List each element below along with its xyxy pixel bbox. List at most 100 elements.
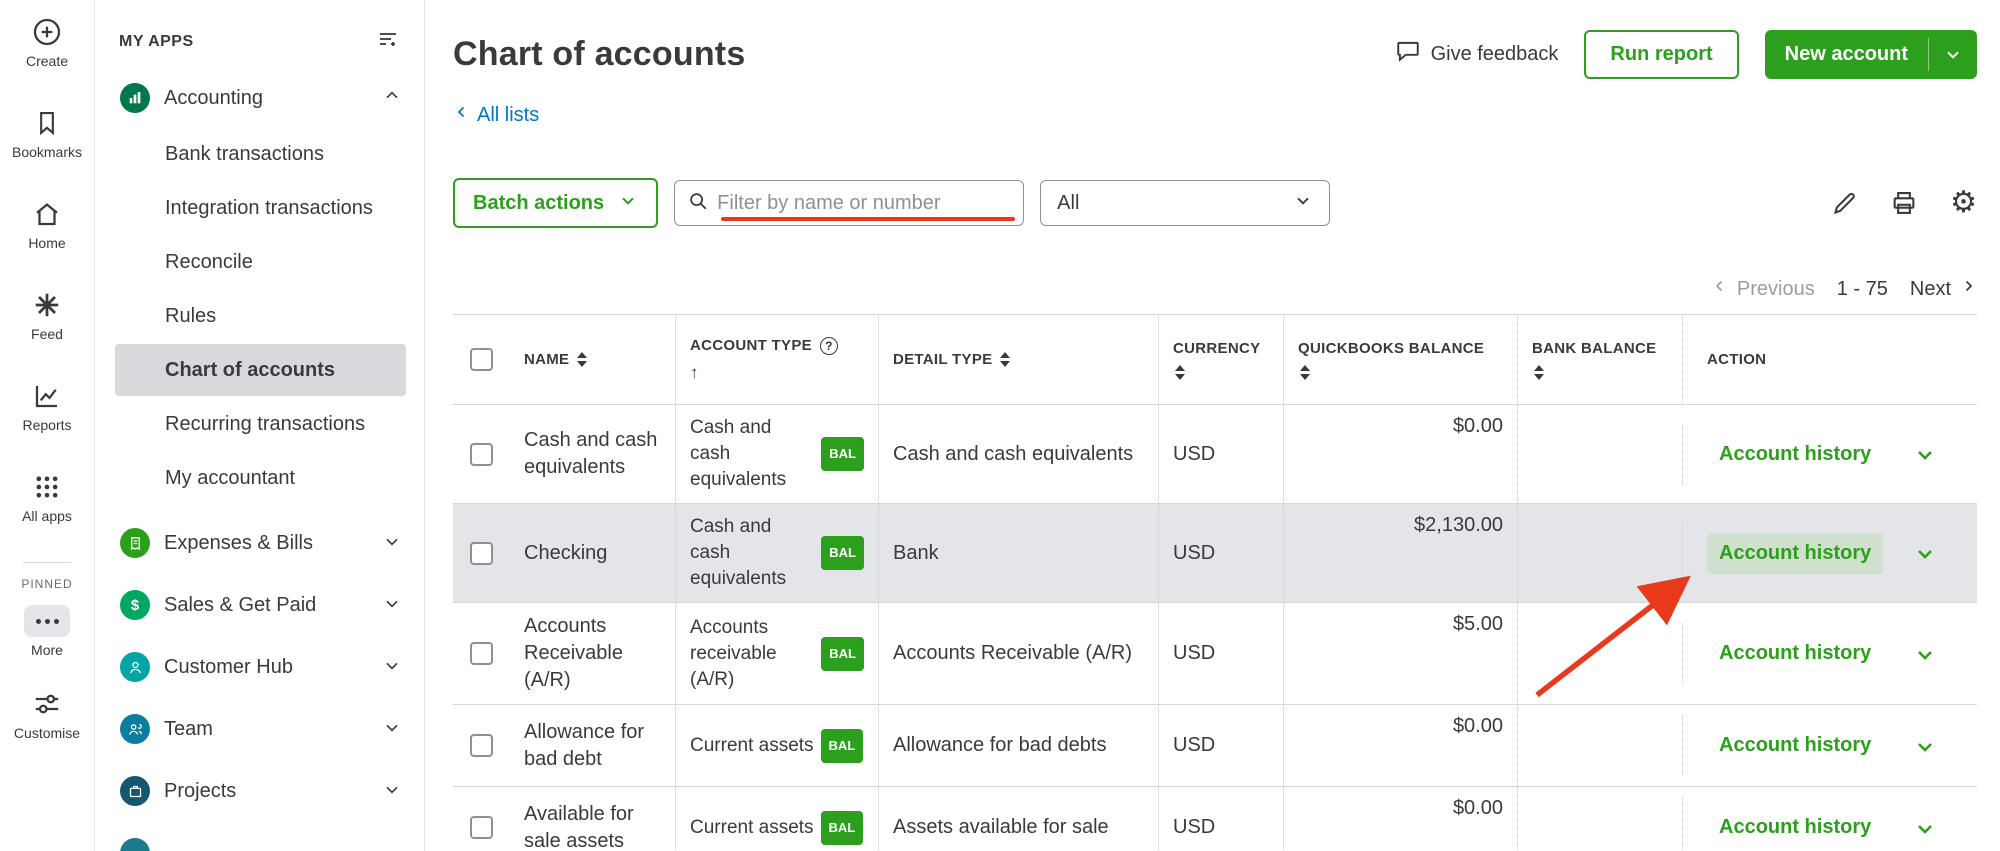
rail-item-all-apps[interactable]: All apps (22, 471, 72, 524)
rail-item-bookmarks[interactable]: Bookmarks (12, 107, 82, 160)
quickbooks-balance: $0.00 (1283, 787, 1517, 851)
sidebar-item-accounting[interactable]: Accounting (95, 70, 424, 126)
filter-input[interactable] (717, 191, 993, 215)
account-type: Cash and cash equivalents (690, 417, 787, 490)
new-account-button[interactable]: New account (1764, 29, 1977, 79)
account-history-link[interactable]: Account history (1707, 434, 1883, 475)
sidebar-item-label: Expenses & Bills (164, 531, 313, 554)
chevron-down-icon[interactable] (1913, 642, 1937, 666)
type-filter-value: All (1057, 191, 1080, 214)
table-row: Available for sale assets Current assets… (453, 787, 1977, 851)
sidebar-item-expenses-bills[interactable]: Expenses & Bills (95, 512, 424, 574)
sidebar-item-customer-hub[interactable]: Customer Hub (95, 636, 424, 698)
sidebar-item-team[interactable]: Team (95, 698, 424, 760)
batch-actions-dropdown[interactable]: Batch actions (453, 178, 659, 228)
column-header-quickbooks-balance[interactable]: QUICKBOOKS BALANCE (1283, 315, 1517, 404)
sidebar-item-reconcile[interactable]: Reconcile (115, 236, 406, 288)
select-all-checkbox[interactable] (470, 348, 493, 371)
chevron-up-icon (382, 86, 402, 111)
edit-pencil-icon[interactable] (1831, 190, 1858, 217)
rail-item-feed[interactable]: Feed (31, 289, 63, 342)
expenses-icon (120, 528, 150, 558)
sort-icon (577, 352, 588, 367)
rail-item-more[interactable]: More (24, 605, 70, 658)
chevron-down-icon[interactable] (1929, 30, 1977, 79)
rail-item-customise[interactable]: Customise (14, 688, 80, 741)
sidebar-item-chart-of-accounts[interactable]: Chart of accounts (115, 344, 406, 396)
printer-icon[interactable] (1890, 189, 1918, 217)
chevron-down-icon[interactable] (1913, 541, 1937, 565)
detail-type: Accounts Receivable (A/R) (878, 603, 1158, 704)
gear-icon[interactable]: ⚙ (1950, 188, 1977, 218)
chevron-down-icon[interactable] (1913, 734, 1937, 758)
rail-item-create[interactable]: Create (26, 16, 68, 69)
rail-item-label: Customise (13, 725, 81, 741)
sidebar-item-integration-transactions[interactable]: Integration transactions (115, 182, 406, 234)
left-icon-rail: Create Bookmarks Home Feed Reports All a… (0, 0, 95, 851)
sparkle-icon (31, 289, 63, 321)
chevron-left-icon (1711, 277, 1729, 301)
account-history-link[interactable]: Account history (1707, 532, 1884, 574)
speech-bubble-icon (1395, 38, 1421, 70)
row-checkbox[interactable] (470, 816, 493, 839)
row-checkbox[interactable] (470, 642, 493, 665)
main-content: Chart of accounts Give feedback Run repo… (425, 0, 2000, 851)
sidebar-item-rules[interactable]: Rules (115, 290, 406, 342)
more-dots-icon (24, 605, 70, 637)
page-title: Chart of accounts (453, 34, 746, 73)
rail-item-label: Feed (31, 326, 63, 342)
row-checkbox[interactable] (470, 442, 493, 466)
pagination: Previous 1 - 75 Next (453, 274, 1977, 304)
rail-divider (23, 562, 71, 563)
row-checkbox[interactable] (470, 734, 493, 757)
sidebar-item-recurring-transactions[interactable]: Recurring transactions (115, 398, 406, 450)
chevron-down-icon[interactable] (1913, 442, 1937, 466)
account-type: Accounts receivable (A/R) (690, 616, 777, 690)
sidebar-item-my-accountant[interactable]: My accountant (115, 452, 406, 504)
bal-badge: BAL (820, 810, 864, 845)
table-header-row: NAME ACCOUNT TYPE ? ↑ DETAIL TYPE CURREN… (453, 315, 1977, 405)
rail-item-label: More (31, 642, 63, 658)
account-type-filter-dropdown[interactable]: All (1040, 180, 1331, 226)
sidebar-item-sales-get-paid[interactable]: $ Sales & Get Paid (95, 574, 424, 636)
give-feedback-button[interactable]: Give feedback (1395, 38, 1558, 70)
column-header-bank-balance[interactable]: BANK BALANCE (1517, 315, 1682, 404)
line-chart-icon (31, 380, 63, 412)
rail-item-reports[interactable]: Reports (22, 380, 72, 433)
sidebar: MY APPS Accounting Bank transactions Int… (95, 0, 425, 851)
account-history-link[interactable]: Account history (1707, 633, 1883, 674)
list-settings-icon[interactable] (376, 28, 400, 57)
run-report-button[interactable]: Run report (1584, 29, 1739, 79)
quickbooks-balance: $0.00 (1283, 705, 1517, 786)
column-header-account-type[interactable]: ACCOUNT TYPE ? ↑ (675, 315, 878, 404)
column-header-currency[interactable]: CURRENCY (1158, 315, 1283, 404)
help-icon[interactable]: ? (819, 336, 838, 355)
chevron-down-icon[interactable] (1913, 816, 1937, 840)
previous-page-button[interactable]: Previous (1711, 277, 1815, 301)
row-checkbox[interactable] (470, 541, 493, 565)
sidebar-item-partial[interactable] (95, 822, 424, 851)
next-page-button[interactable]: Next (1910, 277, 1977, 301)
sidebar-item-projects[interactable]: Projects (95, 760, 424, 822)
account-history-link[interactable]: Account history (1707, 725, 1883, 766)
sort-ascending-icon: ↑ (690, 362, 699, 382)
chevron-down-icon (382, 531, 402, 556)
account-name: Available for sale assets (524, 802, 634, 851)
all-lists-back-link[interactable]: All lists (453, 103, 539, 127)
sidebar-item-bank-transactions[interactable]: Bank transactions (115, 128, 406, 180)
column-header-name[interactable]: NAME (510, 341, 675, 378)
currency: USD (1158, 787, 1283, 851)
chevron-down-icon (382, 717, 402, 742)
sidebar-item-label: Sales & Get Paid (164, 593, 317, 616)
app-icon (120, 838, 150, 851)
table-row: Checking Cash and cash equivalents BAL B… (453, 504, 1977, 603)
bank-balance (1517, 504, 1682, 602)
annotation-underline (721, 217, 1016, 221)
page-header: Chart of accounts Give feedback Run repo… (453, 22, 1977, 86)
column-header-detail-type[interactable]: DETAIL TYPE (878, 315, 1158, 404)
account-history-link[interactable]: Account history (1707, 807, 1883, 848)
team-icon (120, 714, 150, 744)
currency: USD (1158, 705, 1283, 786)
rail-item-home[interactable]: Home (28, 198, 66, 251)
sidebar-item-label: Accounting (164, 86, 263, 109)
